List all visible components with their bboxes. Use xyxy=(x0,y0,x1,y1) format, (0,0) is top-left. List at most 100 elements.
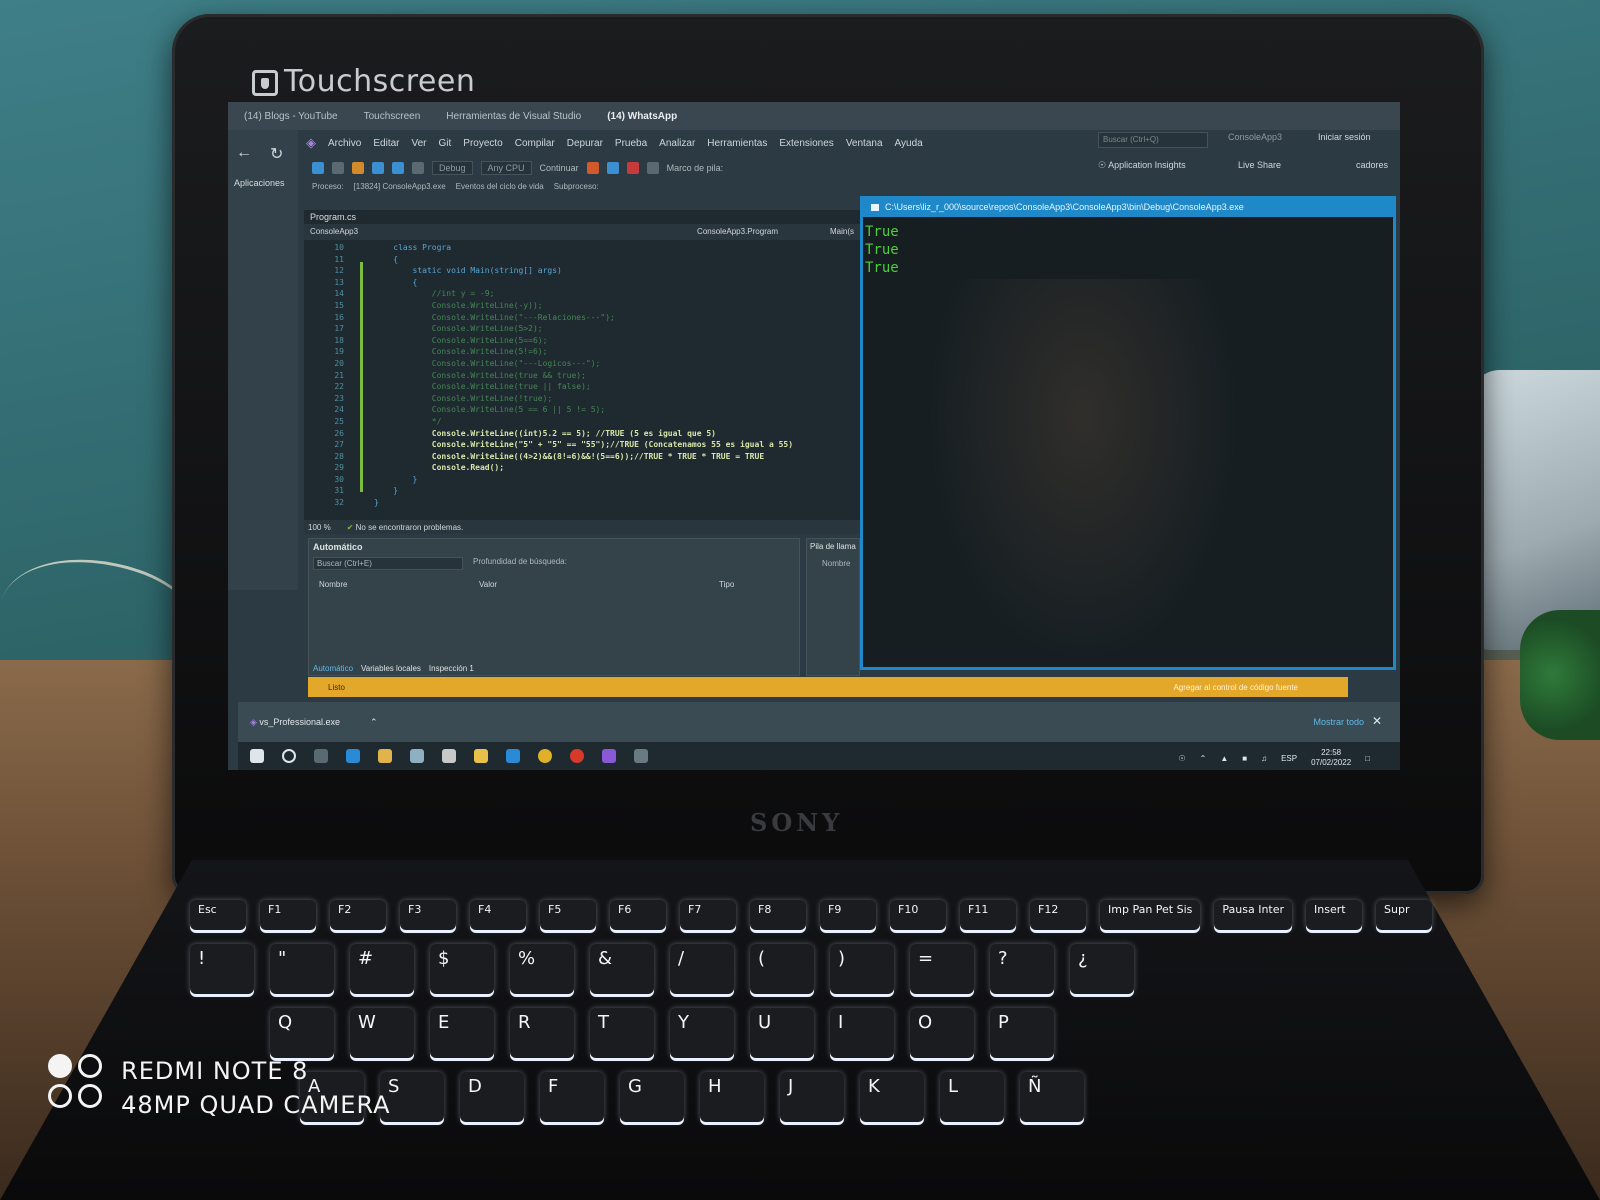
keyboard-key[interactable]: L xyxy=(940,1072,1004,1122)
code-line[interactable]: Console.WriteLine(!true); xyxy=(374,393,860,405)
back-arrow-icon[interactable]: ← xyxy=(236,144,252,164)
col-name[interactable]: Nombre xyxy=(319,580,479,589)
nav-class-dropdown[interactable]: ConsoleApp3.Program xyxy=(691,224,784,240)
col-type[interactable]: Tipo xyxy=(719,580,734,589)
show-all-link[interactable]: Mostrar todo xyxy=(1313,717,1364,727)
vs-login-link[interactable]: Iniciar sesión xyxy=(1318,132,1371,142)
keyboard-key[interactable]: Insert xyxy=(1306,900,1363,930)
keyboard-key[interactable]: = xyxy=(910,944,974,994)
keyboard-key[interactable]: P xyxy=(990,1008,1054,1058)
live-share-button[interactable]: Live Share xyxy=(1238,160,1281,170)
browser-tab[interactable]: Herramientas de Visual Studio xyxy=(438,109,589,124)
keyboard-key[interactable]: Ñ xyxy=(1020,1072,1084,1122)
undo-icon[interactable] xyxy=(412,162,424,174)
console-titlebar[interactable]: C:\Users\liz_r_000\source\repos\ConsoleA… xyxy=(863,199,1393,217)
search-icon[interactable] xyxy=(282,749,296,763)
code-line[interactable]: //int y = -9; xyxy=(374,288,860,300)
code-editor[interactable]: Program.cs ConsoleApp3 ConsoleApp3.Progr… xyxy=(304,210,860,534)
code-line[interactable]: Console.WriteLine(5 == 6 || 5 != 5); xyxy=(374,404,860,416)
code-line[interactable]: { xyxy=(374,254,860,266)
keyboard-key[interactable]: F4 xyxy=(470,900,526,930)
pause-icon[interactable] xyxy=(606,162,619,174)
code-line[interactable]: Console.WriteLine(5==6); xyxy=(374,335,860,347)
add-source-control-button[interactable]: Agregar al control de código fuente xyxy=(1173,683,1298,692)
keyboard-key[interactable]: R xyxy=(510,1008,574,1058)
code-line[interactable]: Console.WriteLine(5!=6); xyxy=(374,346,860,358)
keyboard-key[interactable]: Imp Pan Pet Sis xyxy=(1100,900,1201,930)
keyboard-key[interactable]: ) xyxy=(830,944,894,994)
code-line[interactable]: } xyxy=(374,474,860,486)
config-dropdown[interactable]: Debug xyxy=(432,161,473,175)
close-icon[interactable]: ✕ xyxy=(1372,714,1382,728)
lifecycle-events[interactable]: Eventos del ciclo de vida xyxy=(456,182,544,198)
vscode-icon[interactable] xyxy=(506,749,520,763)
browser-tab[interactable]: (14) Blogs - YouTube xyxy=(236,109,346,124)
keyboard-key[interactable]: ¿ xyxy=(1070,944,1134,994)
menu-proyecto[interactable]: Proyecto xyxy=(463,138,502,149)
keyboard-key[interactable]: F2 xyxy=(330,900,386,930)
keyboard-key[interactable]: F10 xyxy=(890,900,946,930)
tab-variables-locales[interactable]: Variables locales xyxy=(361,664,421,673)
code-line[interactable]: Console.Read(); xyxy=(374,462,860,474)
menu-extensiones[interactable]: Extensiones xyxy=(779,138,833,149)
notification-icon[interactable]: □ xyxy=(1365,754,1370,763)
code-line[interactable]: Console.WriteLine((int)5.2 == 5); //TRUE… xyxy=(374,428,860,440)
keyboard-key[interactable]: ( xyxy=(750,944,814,994)
keyboard-key[interactable]: ? xyxy=(990,944,1054,994)
open-folder-icon[interactable] xyxy=(352,162,364,174)
keyboard-key[interactable]: F8 xyxy=(750,900,806,930)
language-indicator[interactable]: ESP xyxy=(1281,754,1297,763)
code-line[interactable]: Console.WriteLine("---Logicos---"); xyxy=(374,358,860,370)
start-icon[interactable] xyxy=(250,749,264,763)
col-value[interactable]: Valor xyxy=(479,580,719,589)
code-line[interactable]: Console.WriteLine(true || false); xyxy=(374,381,860,393)
stop-icon[interactable] xyxy=(626,162,639,174)
save-icon[interactable] xyxy=(372,162,384,174)
chevron-up-icon[interactable]: ⌃ xyxy=(1200,754,1207,763)
browser-tab-whatsapp[interactable]: (14) WhatsApp xyxy=(599,109,685,124)
console-taskbar-icon[interactable] xyxy=(634,749,648,763)
keyboard-key[interactable]: ! xyxy=(190,944,254,994)
keyboard-key[interactable]: Y xyxy=(670,1008,734,1058)
app-icon[interactable] xyxy=(474,749,488,763)
keyboard-key[interactable]: J xyxy=(780,1072,844,1122)
code-line[interactable]: Console.WriteLine(true && true); xyxy=(374,370,860,382)
menu-ayuda[interactable]: Ayuda xyxy=(895,138,923,149)
code-line[interactable]: Console.WriteLine(-y)); xyxy=(374,300,860,312)
file-explorer-icon[interactable] xyxy=(378,749,392,763)
browser-tab[interactable]: Touchscreen xyxy=(356,109,429,124)
visual-studio-icon[interactable] xyxy=(602,749,616,763)
keyboard-key[interactable]: G xyxy=(620,1072,684,1122)
nav-back-icon[interactable] xyxy=(312,162,324,174)
chrome-icon[interactable] xyxy=(538,749,552,763)
download-item[interactable]: vs_Professional.exe xyxy=(259,717,340,727)
keyboard-key[interactable]: F5 xyxy=(540,900,596,930)
keyboard-key[interactable]: $ xyxy=(430,944,494,994)
network-icon[interactable]: ▲ xyxy=(1220,754,1228,763)
code-line[interactable]: Console.WriteLine("---Relaciones---"); xyxy=(374,312,860,324)
keyboard-key[interactable]: % xyxy=(510,944,574,994)
keyboard-key[interactable]: F6 xyxy=(610,900,666,930)
keyboard-key[interactable]: F3 xyxy=(400,900,456,930)
battery-icon[interactable]: ■ xyxy=(1242,754,1247,763)
edge-icon[interactable] xyxy=(346,749,360,763)
menu-git[interactable]: Git xyxy=(439,138,452,149)
code-line[interactable]: } xyxy=(374,485,860,497)
keyboard-key[interactable]: E xyxy=(430,1008,494,1058)
clock[interactable]: 22:58 07/02/2022 xyxy=(1311,748,1351,768)
nav-project-dropdown[interactable]: ConsoleApp3 xyxy=(304,224,364,240)
tab-automatico[interactable]: Automático xyxy=(313,664,353,673)
menu-prueba[interactable]: Prueba xyxy=(615,138,647,149)
keyboard-key[interactable]: O xyxy=(910,1008,974,1058)
code-line[interactable]: Console.WriteLine((4>2)&&(8!=6)&&!(5==6)… xyxy=(374,451,860,463)
keyboard-key[interactable]: F xyxy=(540,1072,604,1122)
application-insights-button[interactable]: ☉ Application Insights xyxy=(1098,160,1186,171)
keyboard-key[interactable]: K xyxy=(860,1072,924,1122)
keyboard-key[interactable]: D xyxy=(460,1072,524,1122)
keyboard-key[interactable]: F12 xyxy=(1030,900,1086,930)
keyboard-key[interactable]: " xyxy=(270,944,334,994)
code-line[interactable]: class Progra xyxy=(374,242,860,254)
menu-archivo[interactable]: Archivo xyxy=(328,138,361,149)
keyboard-key[interactable]: # xyxy=(350,944,414,994)
keyboard-key[interactable]: F11 xyxy=(960,900,1016,930)
